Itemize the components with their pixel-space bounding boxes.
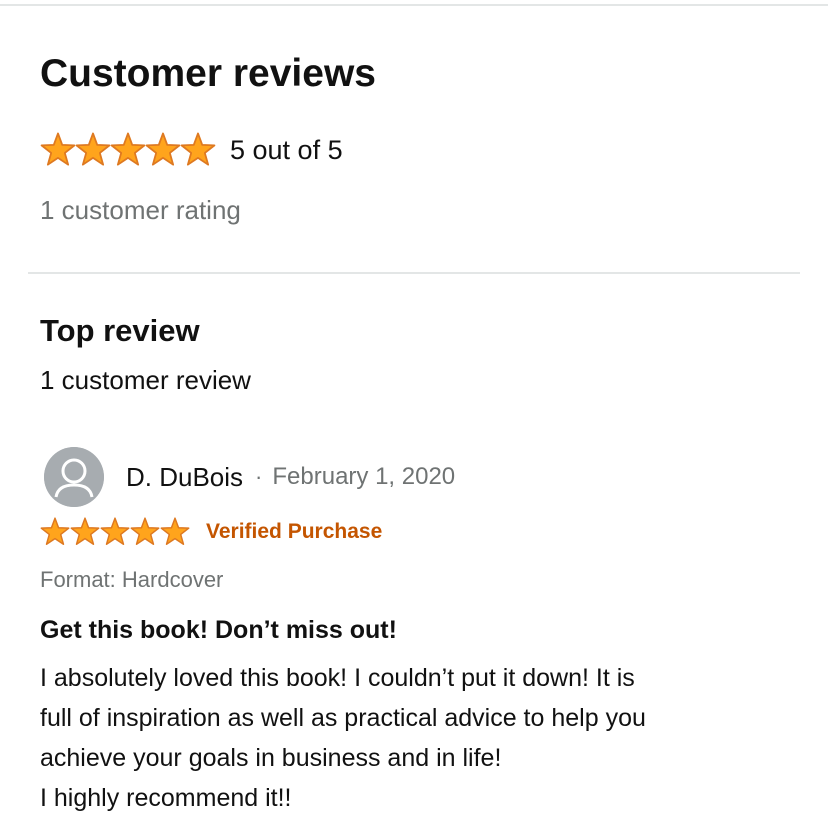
review-title: Get this book! Don’t miss out! <box>40 616 397 644</box>
star-icon <box>70 517 100 545</box>
summary-star-rating <box>40 132 216 168</box>
star-icon <box>130 517 160 545</box>
star-icon <box>75 132 111 166</box>
section-divider <box>28 272 800 274</box>
top-divider <box>0 4 828 6</box>
star-icon <box>145 132 181 166</box>
star-icon <box>180 132 216 166</box>
reviewer-name[interactable]: D. DuBois <box>126 459 243 495</box>
review-star-rating <box>40 517 190 547</box>
review-rating-row: Verified Purchase <box>40 517 382 547</box>
star-icon <box>40 132 76 166</box>
customer-reviews-page: Customer reviews 5 out of 5 1 customer r… <box>0 0 828 824</box>
top-review-heading: Top review <box>40 313 200 348</box>
review-body-line: I highly recommend it!! <box>40 784 292 812</box>
review-body: I absolutely loved this book! I couldn’t… <box>40 658 800 818</box>
review-body-line: I absolutely loved this book! I couldn’t… <box>40 664 635 692</box>
reviewer-profile[interactable]: D. DuBois · February 1, 2020 <box>44 447 455 507</box>
review-count: 1 customer review <box>40 365 251 395</box>
rating-count: 1 customer rating <box>40 195 241 225</box>
star-icon <box>100 517 130 545</box>
star-icon <box>40 517 70 545</box>
review-body-line: achieve your goals in business and in li… <box>40 744 502 772</box>
star-icon <box>110 132 146 166</box>
verified-purchase-badge: Verified Purchase <box>206 520 383 543</box>
star-icon <box>160 517 190 545</box>
separator-dot: · <box>255 464 263 489</box>
rating-text: 5 out of 5 <box>230 135 343 165</box>
user-avatar-icon <box>44 447 104 507</box>
customer-reviews-heading: Customer reviews <box>40 52 376 95</box>
review-date: February 1, 2020 <box>272 463 456 490</box>
average-rating[interactable]: 5 out of 5 <box>40 130 343 170</box>
review-body-line: full of inspiration as well as practical… <box>40 704 646 732</box>
review-format: Format: Hardcover <box>40 567 224 592</box>
